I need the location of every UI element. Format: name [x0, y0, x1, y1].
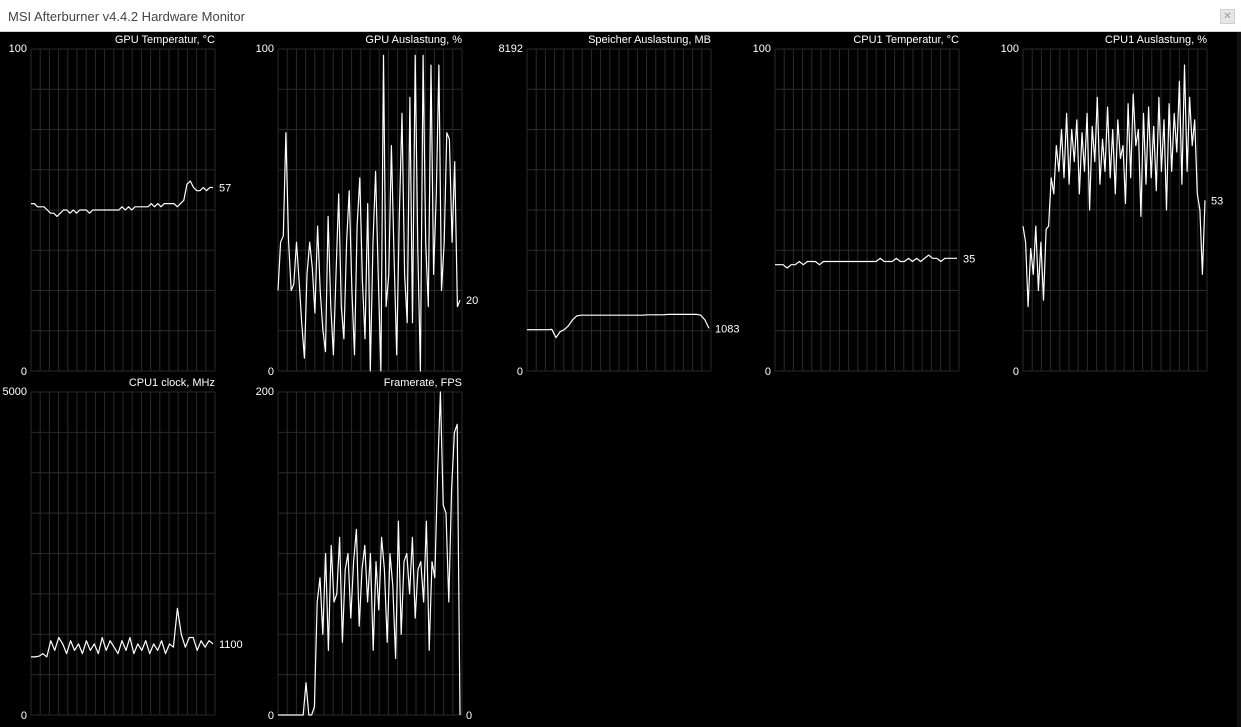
graph-max-label: 5000 [3, 386, 27, 398]
graph-min-label: 0 [268, 366, 274, 378]
graph-panel[interactable]: Framerate, FPS 200 0 0 [256, 377, 472, 722]
hardware-monitor-graphs: GPU Temperatur, °C 100 0 57 GPU Auslastung, … [3, 34, 1224, 722]
graph-name: Framerate, FPS [384, 377, 462, 389]
graph-name: CPU1 clock, MHz [129, 377, 215, 389]
graph-panel[interactable]: CPU1 Temperatur, °C 100 0 35 [753, 34, 976, 378]
graph-grid [774, 48, 960, 372]
graph-max-label: 100 [1001, 43, 1019, 55]
graph-panel[interactable]: GPU Auslastung, % 100 0 20 [256, 34, 479, 378]
graph-min-label: 0 [21, 366, 27, 378]
graph-panel[interactable]: GPU Temperatur, °C 100 0 57 [9, 34, 232, 378]
graph-current-value: 0 [466, 710, 472, 722]
graph-min-label: 0 [268, 710, 274, 722]
graph-min-label: 0 [517, 366, 523, 378]
graph-current-value: 53 [1211, 195, 1223, 207]
graph-grid [30, 391, 216, 716]
graph-min-label: 0 [765, 366, 771, 378]
graph-current-value: 35 [963, 253, 975, 265]
graph-name: GPU Temperatur, °C [115, 34, 215, 46]
graph-grid [30, 48, 216, 372]
graph-name: CPU1 Auslastung, % [1105, 34, 1207, 46]
graph-panel[interactable]: CPU1 clock, MHz 5000 0 1100 [3, 377, 243, 722]
graph-max-label: 100 [753, 43, 771, 55]
graph-current-value: 20 [466, 295, 478, 307]
graph-max-label: 100 [9, 43, 27, 55]
graph-current-value: 57 [219, 182, 231, 194]
graph-panel[interactable]: Speicher Auslastung, MB 8192 0 1083 [499, 34, 740, 378]
graph-name: CPU1 Temperatur, °C [853, 34, 959, 46]
graph-current-value: 1100 [219, 639, 243, 651]
graph-name: GPU Auslastung, % [365, 34, 462, 46]
graph-min-label: 0 [21, 710, 27, 722]
title-bar: MSI Afterburner v4.4.2 Hardware Monitor … [0, 0, 1241, 32]
window-title: MSI Afterburner v4.4.2 Hardware Monitor [8, 9, 245, 24]
graph-max-label: 100 [256, 43, 274, 55]
graph-current-value: 1083 [715, 323, 739, 335]
graph-grid [526, 48, 712, 372]
graph-panel[interactable]: CPU1 Auslastung, % 100 0 53 [1001, 34, 1224, 378]
scrollbar-edge[interactable] [1237, 32, 1241, 727]
graph-max-label: 200 [256, 386, 274, 398]
graph-name: Speicher Auslastung, MB [588, 34, 711, 46]
graph-min-label: 0 [1013, 366, 1019, 378]
close-icon[interactable]: ✕ [1220, 9, 1235, 24]
graph-max-label: 8192 [499, 43, 523, 55]
